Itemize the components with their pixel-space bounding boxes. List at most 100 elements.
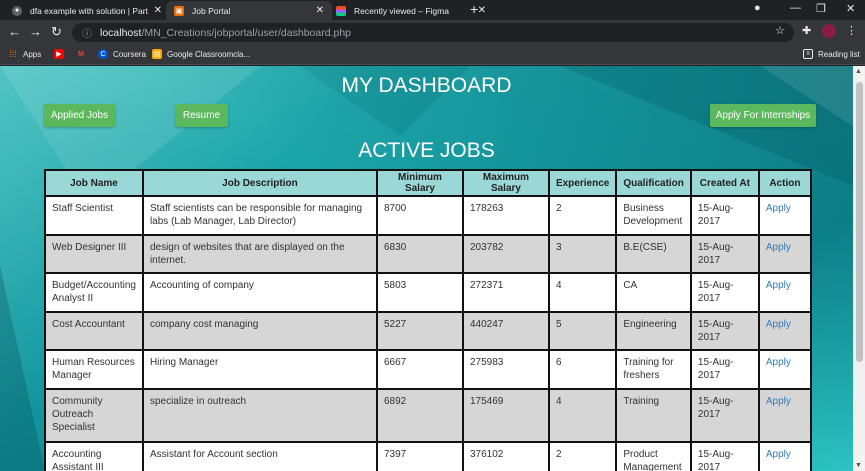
table-cell: 15-Aug-2017 bbox=[689, 349, 760, 390]
table-row: Budget/Accounting Analyst II Accounting o… bbox=[44, 272, 812, 313]
figma-icon bbox=[336, 5, 346, 16]
reading-list-label: Reading list bbox=[818, 49, 860, 59]
site-info-icon[interactable]: ⓘ bbox=[82, 25, 92, 40]
bookmark-apps[interactable]: ⁞⁞⁞ Apps bbox=[8, 49, 41, 59]
table-row: Cost Accountant company cost managing 5227… bbox=[44, 311, 812, 351]
table-cell: Product Management bbox=[615, 441, 692, 471]
table-cell: 6830 bbox=[375, 234, 464, 274]
close-tab-icon[interactable]: ✕ bbox=[316, 5, 324, 16]
apply-link[interactable]: Apply bbox=[766, 280, 791, 291]
close-tab-icon[interactable]: ✕ bbox=[478, 5, 486, 16]
back-icon[interactable]: ← bbox=[8, 24, 21, 39]
table-row: Human Resources Manager Hiring Manager 666… bbox=[44, 349, 812, 390]
table-row: Staff Scientist Staff scientists can be r… bbox=[44, 195, 812, 236]
table-row: Accounting Assistant III Assistant for Ac… bbox=[44, 441, 812, 471]
bookmark-label: Apps bbox=[23, 49, 42, 59]
resume-button[interactable]: Resume bbox=[175, 104, 228, 127]
table-cell: 15-Aug-2017 bbox=[689, 311, 760, 351]
reading-list-icon: ≡ bbox=[803, 49, 813, 59]
apply-link[interactable]: Apply bbox=[766, 396, 791, 407]
window-close-icon[interactable]: ✕ bbox=[846, 2, 855, 15]
column-header: Created At bbox=[689, 169, 760, 197]
action-cell: Apply bbox=[757, 311, 812, 351]
table-cell: Web Designer III bbox=[44, 234, 144, 274]
scroll-down-icon[interactable]: ▼ bbox=[855, 462, 862, 469]
table-cell: CA bbox=[615, 272, 692, 313]
browser-tab-strip: ● dfa example with solution | Part-2 | ✕… bbox=[0, 0, 865, 20]
active-jobs-title: ACTIVE JOBS bbox=[358, 139, 495, 162]
forward-icon[interactable]: → bbox=[29, 24, 42, 39]
reload-icon[interactable]: ↻ bbox=[51, 24, 62, 40]
tab-search-icon[interactable]: ● bbox=[754, 2, 761, 14]
scrollbar-thumb[interactable] bbox=[856, 82, 863, 362]
action-cell: Apply bbox=[757, 272, 812, 313]
table-cell: Business Development bbox=[615, 195, 692, 236]
coursera-icon: C bbox=[98, 49, 108, 59]
bookmark-youtube[interactable]: ▶ bbox=[54, 49, 69, 59]
table-cell: 6667 bbox=[375, 349, 464, 390]
table-cell: specialize in outreach bbox=[141, 388, 378, 443]
table-cell: Staff scientists can be responsible for … bbox=[141, 195, 378, 236]
scroll-up-icon[interactable]: ▲ bbox=[855, 68, 862, 75]
active-jobs-table: Job Name Job Description Minimum Salary … bbox=[44, 169, 812, 471]
page-viewport: MY DASHBOARD Applied Jobs Resume Apply F… bbox=[0, 66, 853, 471]
minimize-icon[interactable]: — bbox=[790, 2, 801, 14]
extensions-icon[interactable]: ✚ bbox=[802, 24, 811, 37]
restore-icon[interactable]: ❐ bbox=[816, 2, 826, 15]
table-cell: 275983 bbox=[461, 349, 550, 390]
table-cell: Human Resources Manager bbox=[44, 349, 144, 390]
column-header: Qualification bbox=[615, 169, 692, 197]
applied-jobs-button[interactable]: Applied Jobs bbox=[44, 104, 115, 127]
table-cell: Community Outreach Specialist bbox=[44, 388, 144, 443]
column-header: Job Name bbox=[44, 169, 144, 197]
new-tab-button[interactable]: + bbox=[470, 1, 478, 17]
table-cell: 7397 bbox=[375, 441, 464, 471]
close-tab-icon[interactable]: ✕ bbox=[154, 5, 162, 16]
table-cell: 272371 bbox=[461, 272, 550, 313]
tab-job-portal[interactable]: ▣ Job Portal ✕ bbox=[166, 1, 332, 20]
table-cell: 5227 bbox=[375, 311, 464, 351]
address-bar[interactable]: ⓘ localhost/MN_Creations/jobportal/user/… bbox=[72, 23, 794, 42]
menu-kebab-icon[interactable]: ⋮ bbox=[846, 24, 857, 37]
table-cell: 3 bbox=[547, 234, 618, 274]
bookmark-gmail[interactable]: M bbox=[76, 49, 91, 59]
reading-list-button[interactable]: ≡ Reading list bbox=[803, 49, 860, 59]
table-cell: 15-Aug-2017 bbox=[689, 441, 760, 471]
page-title: MY DASHBOARD bbox=[341, 74, 512, 97]
table-cell: 5 bbox=[547, 311, 618, 351]
profile-avatar[interactable] bbox=[822, 24, 836, 38]
apply-link[interactable]: Apply bbox=[766, 449, 791, 460]
column-header: Action bbox=[757, 169, 812, 197]
table-cell: design of websites that are displayed on… bbox=[141, 234, 378, 274]
table-cell: Accounting Assistant III bbox=[44, 441, 144, 471]
column-header: Experience bbox=[547, 169, 618, 197]
table-cell: 2 bbox=[547, 195, 618, 236]
table-cell: 4 bbox=[547, 272, 618, 313]
bookmark-coursera[interactable]: C Coursera bbox=[98, 49, 146, 59]
apply-internships-button[interactable]: Apply For Internships bbox=[710, 104, 816, 127]
action-cell: Apply bbox=[757, 388, 812, 443]
tab-dfa-example[interactable]: ● dfa example with solution | Part-2 | ✕ bbox=[4, 1, 170, 20]
bookmark-star-icon[interactable]: ☆ bbox=[775, 24, 785, 37]
browser-toolbar: ← → ↻ ⓘ localhost/MN_Creations/jobportal… bbox=[0, 20, 865, 45]
table-cell: 6892 bbox=[375, 388, 464, 443]
apply-link[interactable]: Apply bbox=[766, 242, 791, 253]
bookmarks-bar: ⁞⁞⁞ Apps ▶ M C Coursera ▤ Google Classro… bbox=[0, 45, 865, 65]
column-header: Job Description bbox=[141, 169, 378, 197]
bookmark-google-classroom[interactable]: ▤ Google Classroomcla... bbox=[152, 49, 250, 59]
table-cell: Cost Accountant bbox=[44, 311, 144, 351]
apps-grid-icon: ⁞⁞⁞ bbox=[9, 49, 17, 59]
table-cell: 175469 bbox=[461, 388, 550, 443]
table-cell: company cost managing bbox=[141, 311, 378, 351]
apply-link[interactable]: Apply bbox=[766, 357, 791, 368]
page-scrollbar[interactable]: ▲ ▼ bbox=[853, 66, 865, 471]
bookmark-label: Coursera bbox=[113, 49, 146, 59]
column-header: Minimum Salary bbox=[375, 169, 464, 197]
globe-icon: ● bbox=[12, 5, 22, 16]
url-path: /MN_Creations/jobportal/user/dashboard.p… bbox=[141, 26, 351, 39]
apply-link[interactable]: Apply bbox=[766, 319, 791, 330]
tab-title: dfa example with solution | Part-2 | bbox=[30, 5, 148, 16]
table-cell: 5803 bbox=[375, 272, 464, 313]
apply-link[interactable]: Apply bbox=[766, 203, 791, 214]
table-cell: B.E(CSE) bbox=[615, 234, 692, 274]
